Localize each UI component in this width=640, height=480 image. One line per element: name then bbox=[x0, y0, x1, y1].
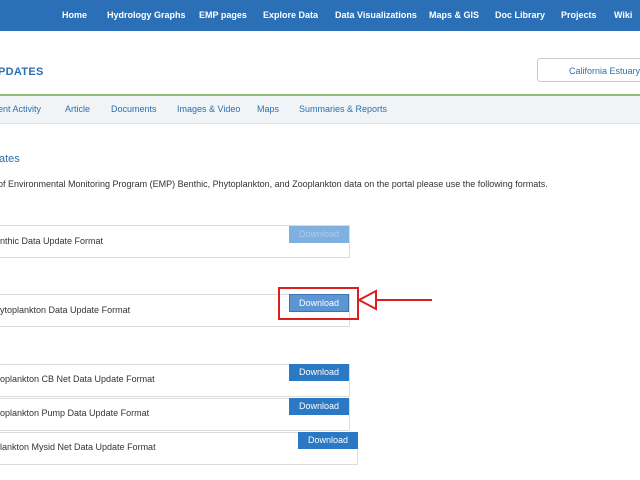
nav-data-visualizations[interactable]: Data Visualizations bbox=[335, 0, 417, 31]
download-button-zooplankton-pump[interactable]: Download bbox=[289, 398, 349, 415]
nav-doc-library[interactable]: Doc Library bbox=[495, 0, 545, 31]
nav-explore-data[interactable]: Explore Data bbox=[263, 0, 318, 31]
tab-recent-activity[interactable]: ent Activity bbox=[0, 96, 41, 123]
nav-maps-gis[interactable]: Maps & GIS bbox=[429, 0, 479, 31]
nav-hydrology-graphs[interactable]: Hydrology Graphs bbox=[107, 0, 186, 31]
tab-summaries-reports[interactable]: Summaries & Reports bbox=[299, 96, 387, 123]
nav-wiki[interactable]: Wiki bbox=[614, 0, 632, 31]
row-label-zooplankton-pump: oplankton Pump Data Update Format bbox=[0, 408, 150, 418]
download-button-zooplankton-mysid-net[interactable]: Download bbox=[298, 432, 358, 449]
red-arrow-icon bbox=[356, 289, 432, 311]
nav-emp-pages[interactable]: EMP pages bbox=[199, 0, 247, 31]
tab-article[interactable]: Article bbox=[65, 96, 90, 123]
california-estuary-button[interactable]: California Estuary bbox=[537, 58, 640, 82]
download-button-zooplankton-cb-net[interactable]: Download bbox=[289, 364, 349, 381]
page-title: PDATES bbox=[0, 66, 44, 78]
row-label-zooplankton-mysid-net: lankton Mysid Net Data Update Format bbox=[0, 442, 156, 452]
sub-nav: ent Activity Article Documents Images & … bbox=[0, 96, 640, 124]
download-button-benthic[interactable]: Download bbox=[289, 226, 349, 243]
row-label-benthic: nthic Data Update Format bbox=[0, 236, 104, 246]
top-nav: Home Hydrology Graphs EMP pages Explore … bbox=[0, 0, 640, 31]
nav-home[interactable]: Home bbox=[62, 0, 87, 31]
highlight-box bbox=[278, 287, 359, 320]
tab-images-video[interactable]: Images & Video bbox=[177, 96, 240, 123]
section-title: ates bbox=[0, 153, 20, 165]
tab-documents[interactable]: Documents bbox=[111, 96, 157, 123]
tab-maps[interactable]: Maps bbox=[257, 96, 279, 123]
nav-projects[interactable]: Projects bbox=[561, 0, 597, 31]
row-label-phytoplankton: ytoplankton Data Update Format bbox=[0, 305, 131, 315]
row-label-zooplankton-cb-net: oplankton CB Net Data Update Format bbox=[0, 374, 155, 384]
intro-text: of Environmental Monitoring Program (EMP… bbox=[0, 179, 548, 189]
